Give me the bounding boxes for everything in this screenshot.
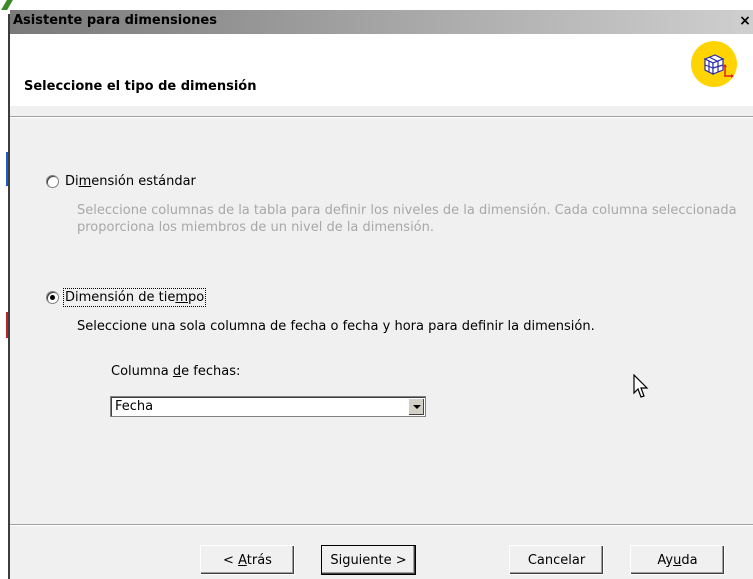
- label-part: da: [681, 552, 698, 568]
- page-title: Seleccione el tipo de dimensión: [24, 79, 257, 94]
- label-part: po: [188, 290, 205, 305]
- back-button-label: < Atrás: [219, 552, 276, 569]
- label-part: Ay: [657, 552, 674, 568]
- date-column-select[interactable]: Fecha: [110, 396, 426, 417]
- footer-separator-highlight: [10, 525, 753, 526]
- label-part: <: [223, 552, 239, 568]
- time-description: Seleccione una sola columna de fecha o f…: [77, 319, 595, 334]
- label-part: Columna: [111, 364, 173, 379]
- dropdown-button[interactable]: [408, 398, 424, 415]
- header-separator-highlight: [10, 117, 753, 118]
- next-button-label: Siguiente >: [330, 552, 407, 568]
- help-button-label: Ayuda: [653, 552, 701, 569]
- radio-time-dimension[interactable]: Dimensión de tiempo: [46, 288, 207, 307]
- radio-button-selected[interactable]: [46, 291, 59, 304]
- desktop-icon-fragment: [1, 0, 13, 10]
- close-icon[interactable]: ×: [737, 12, 753, 30]
- help-button[interactable]: Ayuda: [630, 545, 725, 575]
- label-part: e fechas:: [181, 364, 241, 379]
- back-button[interactable]: < Atrás: [200, 545, 295, 575]
- mnemonic: m: [175, 290, 188, 305]
- chevron-down-icon: [413, 405, 421, 409]
- mnemonic: d: [172, 364, 182, 379]
- cancel-button-label: Cancelar: [527, 552, 586, 568]
- next-button[interactable]: Siguiente >: [321, 545, 416, 575]
- label-part: Di: [65, 174, 79, 189]
- wizard-header: Seleccione el tipo de dimensión: [10, 34, 753, 106]
- radio-standard-dimension[interactable]: Dimensión estándar: [46, 174, 196, 189]
- window-title: Asistente para dimensiones: [13, 13, 217, 28]
- title-bar[interactable]: Asistente para dimensiones ×: [10, 10, 753, 34]
- date-column-value: Fecha: [115, 399, 154, 414]
- standard-description: Seleccione columnas de la tabla para def…: [77, 203, 737, 235]
- mouse-cursor-icon: [633, 373, 649, 404]
- radio-time-label: Dimensión de tiempo: [62, 288, 207, 307]
- label-part: Dimensión de tie: [65, 290, 176, 305]
- desktop-edge: [0, 0, 13, 579]
- radio-dot: [50, 295, 55, 300]
- label-part: ensión estándar: [91, 174, 196, 189]
- dimension-wizard-dialog: Asistente para dimensiones × Seleccione …: [10, 10, 753, 579]
- cancel-button[interactable]: Cancelar: [509, 545, 604, 575]
- radio-button[interactable]: [46, 175, 59, 188]
- date-column-label: Columna de fechas:: [111, 363, 240, 380]
- label-part: trás: [246, 552, 272, 568]
- radio-standard-label: Dimensión estándar: [65, 174, 196, 189]
- mnemonic: A: [238, 552, 247, 568]
- cube-icon: [691, 41, 737, 87]
- mnemonic: m: [78, 174, 92, 189]
